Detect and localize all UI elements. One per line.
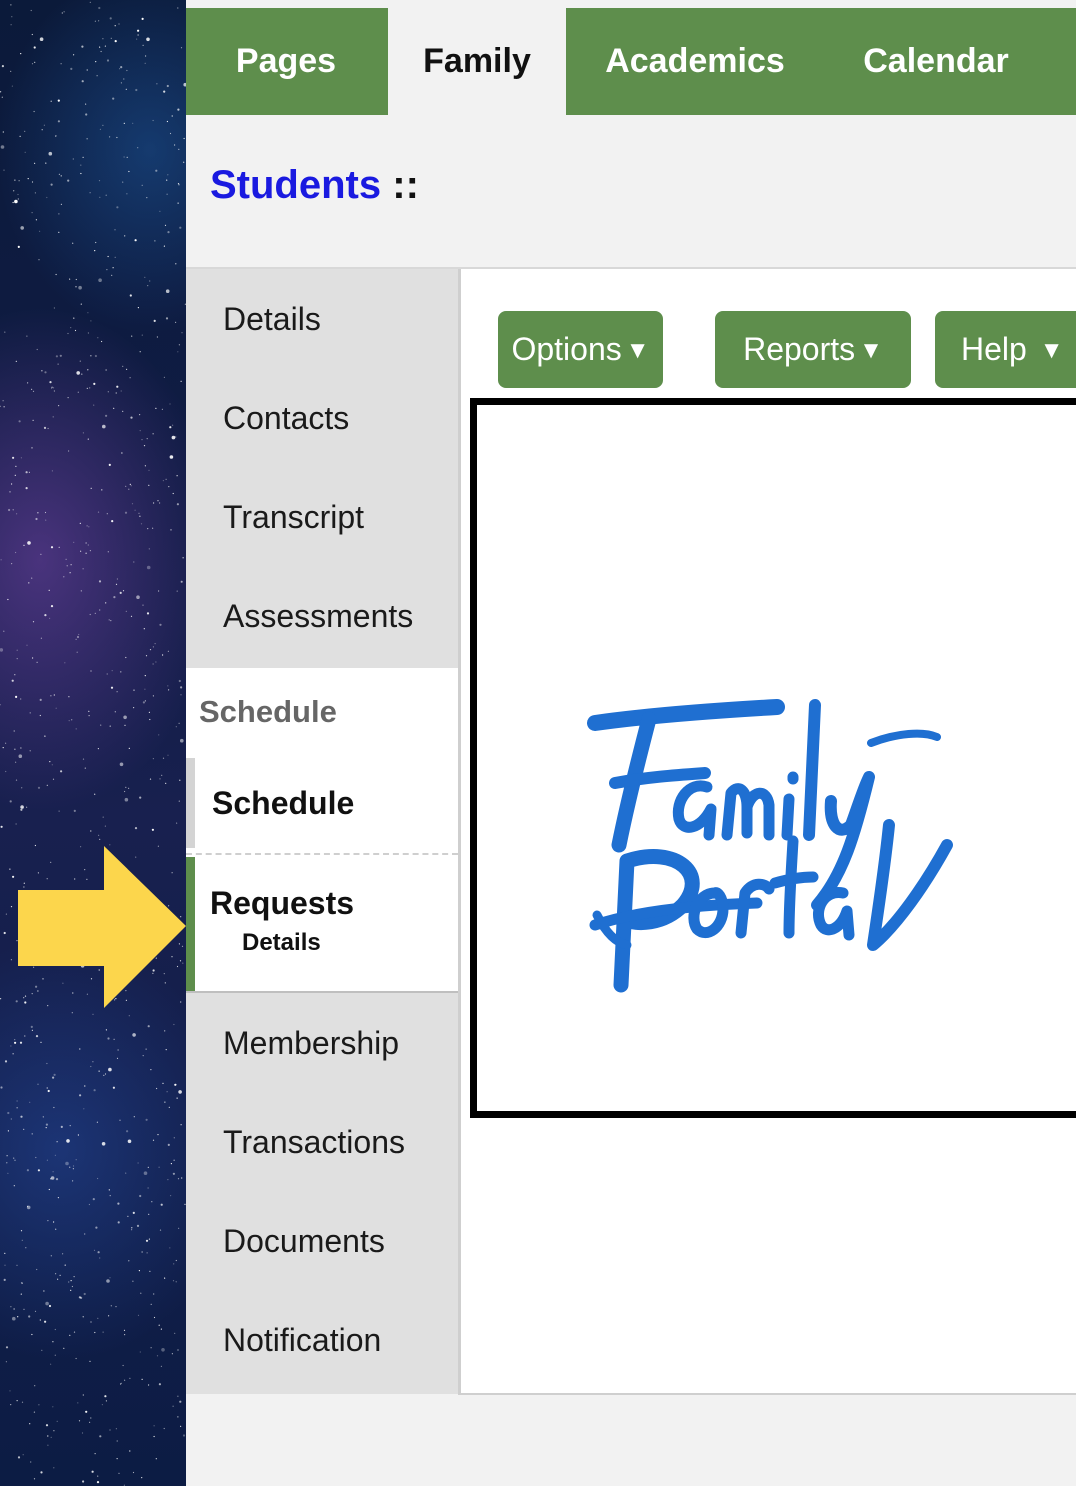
options-button[interactable]: Options ▼ (498, 311, 663, 388)
sidebar-item-membership[interactable]: Membership (186, 993, 458, 1092)
sidebar-item-label: Requests (210, 885, 355, 921)
tab-calendar[interactable]: Calendar (836, 8, 1036, 115)
button-label: Reports (743, 331, 856, 367)
chevron-down-icon: ▼ (1039, 337, 1064, 364)
divider (186, 853, 458, 855)
sidebar-item-transcript[interactable]: Transcript (186, 467, 458, 566)
reports-button[interactable]: Reports ▼ (715, 311, 911, 388)
chevron-down-icon: ▼ (625, 337, 650, 364)
tab-academics[interactable]: Academics (580, 8, 810, 115)
breadcrumb-students[interactable]: Students (210, 163, 381, 207)
sidebar-item-label: Documents (223, 1223, 385, 1259)
help-button[interactable]: Help ▼ (935, 311, 1076, 388)
sidebar-item-sublabel: Details (242, 929, 321, 956)
family-portal-logo (587, 699, 953, 993)
sidebar-item-label: Membership (223, 1025, 400, 1061)
tab-pages[interactable]: Pages (186, 8, 386, 115)
active-indicator (186, 857, 195, 992)
sidebar-item-label: Transactions (223, 1124, 405, 1160)
tab-family[interactable]: Family (388, 8, 566, 115)
divider (458, 1393, 1076, 1395)
sidebar-item-transactions[interactable]: Transactions (186, 1092, 458, 1191)
sidebar-item-notification[interactable]: Notification (186, 1290, 458, 1394)
sidebar-item-label: Details (223, 301, 321, 337)
star-field (0, 1, 186, 1486)
button-label: Options (511, 331, 622, 367)
button-label: Help (961, 331, 1027, 367)
chevron-down-icon: ▼ (859, 337, 883, 364)
page-title: Students :: (210, 163, 419, 208)
arrow-right-icon (18, 846, 186, 1008)
sidebar-item-label: Notification (223, 1322, 382, 1358)
sidebar-item-requests[interactable]: Requests Details (186, 857, 458, 992)
sidebar-item-documents[interactable]: Documents (186, 1191, 458, 1290)
sidebar-item-label: Contacts (223, 400, 350, 436)
sidebar-item-assessments[interactable]: Assessments (186, 566, 458, 668)
sidebar-item-label: Schedule (212, 785, 355, 821)
sidebar-item-contacts[interactable]: Contacts (186, 368, 458, 467)
sidebar-section-label: Schedule (199, 694, 337, 729)
sidebar-item-schedule[interactable]: Schedule (186, 758, 458, 850)
item-indicator (186, 758, 195, 848)
sidebar-item-label: Assessments (223, 598, 414, 634)
sidebar-item-details[interactable]: Details (186, 269, 458, 368)
top-navigation: Pages Family Academics Calendar (186, 8, 1076, 115)
sidebar-item-label: Transcript (223, 499, 365, 535)
family-portal-logo-panel (470, 398, 1076, 1118)
breadcrumb-separator: :: (392, 163, 419, 207)
